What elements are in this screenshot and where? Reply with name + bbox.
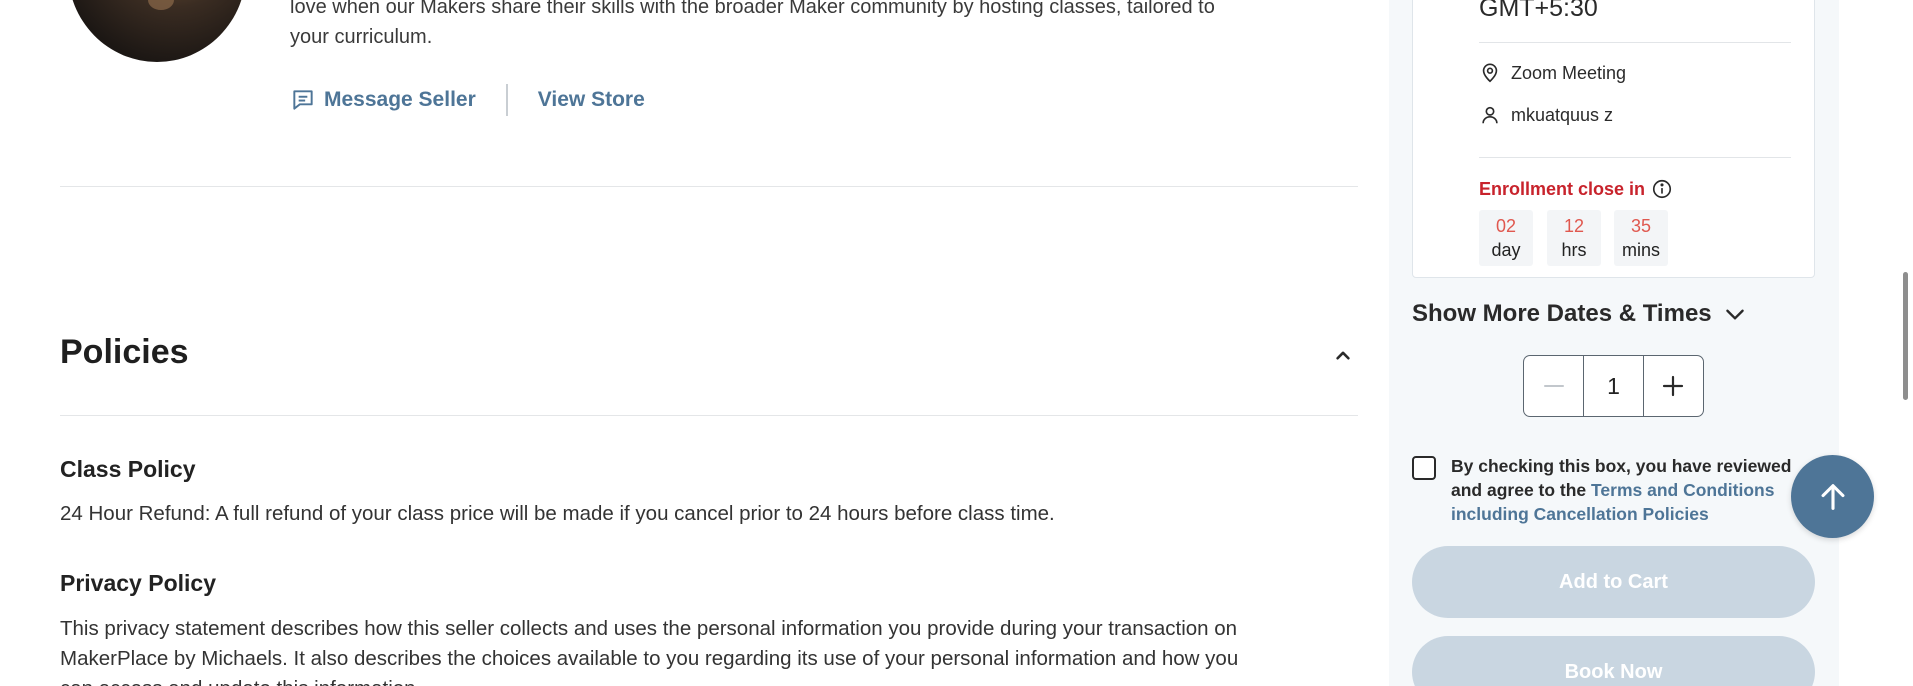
- collapse-policies-button[interactable]: [1330, 342, 1356, 368]
- info-icon[interactable]: [1651, 178, 1673, 200]
- quantity-value[interactable]: 1: [1583, 356, 1644, 416]
- message-seller-label: Message Seller: [324, 88, 476, 111]
- privacy-policy-line: MakerPlace by Michaels. It also describe…: [60, 647, 1239, 670]
- minus-icon: [1543, 385, 1564, 387]
- countdown-value: 35: [1630, 216, 1652, 236]
- increment-button[interactable]: [1644, 356, 1703, 416]
- seller-actions: Message Seller View Store: [290, 84, 645, 116]
- card-divider: [1479, 157, 1791, 158]
- message-seller-button[interactable]: Message Seller: [290, 87, 476, 113]
- person-icon: [1482, 106, 1498, 124]
- chevron-down-icon: [1725, 309, 1744, 320]
- show-more-dates-button[interactable]: Show More Dates & Times: [1412, 300, 1748, 328]
- countdown-unit: mins: [1621, 240, 1660, 260]
- arrow-up-icon: [1821, 483, 1844, 510]
- add-to-cart-button[interactable]: Add to Cart: [1412, 546, 1815, 618]
- countdown-days: 02 day: [1479, 210, 1533, 266]
- plus-icon: [1663, 375, 1684, 397]
- view-store-label: View Store: [537, 88, 645, 111]
- section-divider: [60, 186, 1358, 187]
- privacy-policy-line: can access and update this information.: [60, 674, 1360, 686]
- location-pin-icon: [1482, 63, 1498, 83]
- back-to-top-button[interactable]: [1791, 455, 1874, 538]
- chevron-up-icon: [1336, 351, 1350, 360]
- countdown-unit: hrs: [1561, 240, 1587, 260]
- quantity-stepper: 1: [1523, 355, 1704, 417]
- location-text: Zoom Meeting: [1511, 62, 1627, 83]
- countdown-value: 02: [1495, 216, 1517, 236]
- countdown-value: 12: [1563, 216, 1585, 236]
- seller-avatar: [68, 0, 246, 62]
- book-now-button[interactable]: Book Now: [1412, 636, 1815, 686]
- seller-bio: love when our Makers share their skills …: [290, 0, 1350, 52]
- scrollbar-thumb[interactable]: [1903, 272, 1908, 400]
- policies-heading: Policies: [60, 333, 189, 371]
- add-to-cart-label: Add to Cart: [1559, 570, 1668, 593]
- privacy-policy-line: This privacy statement describes how thi…: [60, 617, 1238, 640]
- privacy-policy-heading: Privacy Policy: [60, 570, 216, 596]
- seller-bio-line: love when our Makers share their skills …: [290, 0, 1215, 18]
- show-more-dates-label: Show More Dates & Times: [1412, 300, 1712, 327]
- book-now-label: Book Now: [1564, 660, 1663, 683]
- location-row: Zoom Meeting: [1479, 62, 1626, 84]
- countdown-minutes: 35 mins: [1614, 210, 1668, 266]
- timezone-text: GMT+5:30: [1479, 0, 1598, 22]
- countdown-unit: day: [1491, 240, 1521, 260]
- instructor-name: mkuatquus z: [1511, 104, 1614, 125]
- instructor-row: mkuatquus z: [1479, 104, 1613, 126]
- countdown-hours: 12 hrs: [1547, 210, 1601, 266]
- class-policy-heading: Class Policy: [60, 456, 196, 482]
- decrement-button[interactable]: [1524, 356, 1583, 416]
- seller-bio-line: your curriculum.: [290, 26, 433, 48]
- privacy-policy-text: This privacy statement describes how thi…: [60, 614, 1360, 686]
- chat-icon: [293, 90, 313, 110]
- terms-checkbox[interactable]: [1412, 456, 1436, 480]
- divider: [505, 84, 508, 116]
- card-divider: [1479, 42, 1791, 43]
- view-store-link[interactable]: View Store: [538, 88, 645, 112]
- terms-agreement-text: By checking this box, you have reviewed …: [1451, 454, 1821, 526]
- enrollment-close-label: Enrollment close in: [1479, 178, 1673, 200]
- policies-divider: [60, 415, 1358, 416]
- enrollment-close-text: Enrollment close in: [1479, 178, 1646, 199]
- class-policy-text: 24 Hour Refund: A full refund of your cl…: [60, 502, 1055, 525]
